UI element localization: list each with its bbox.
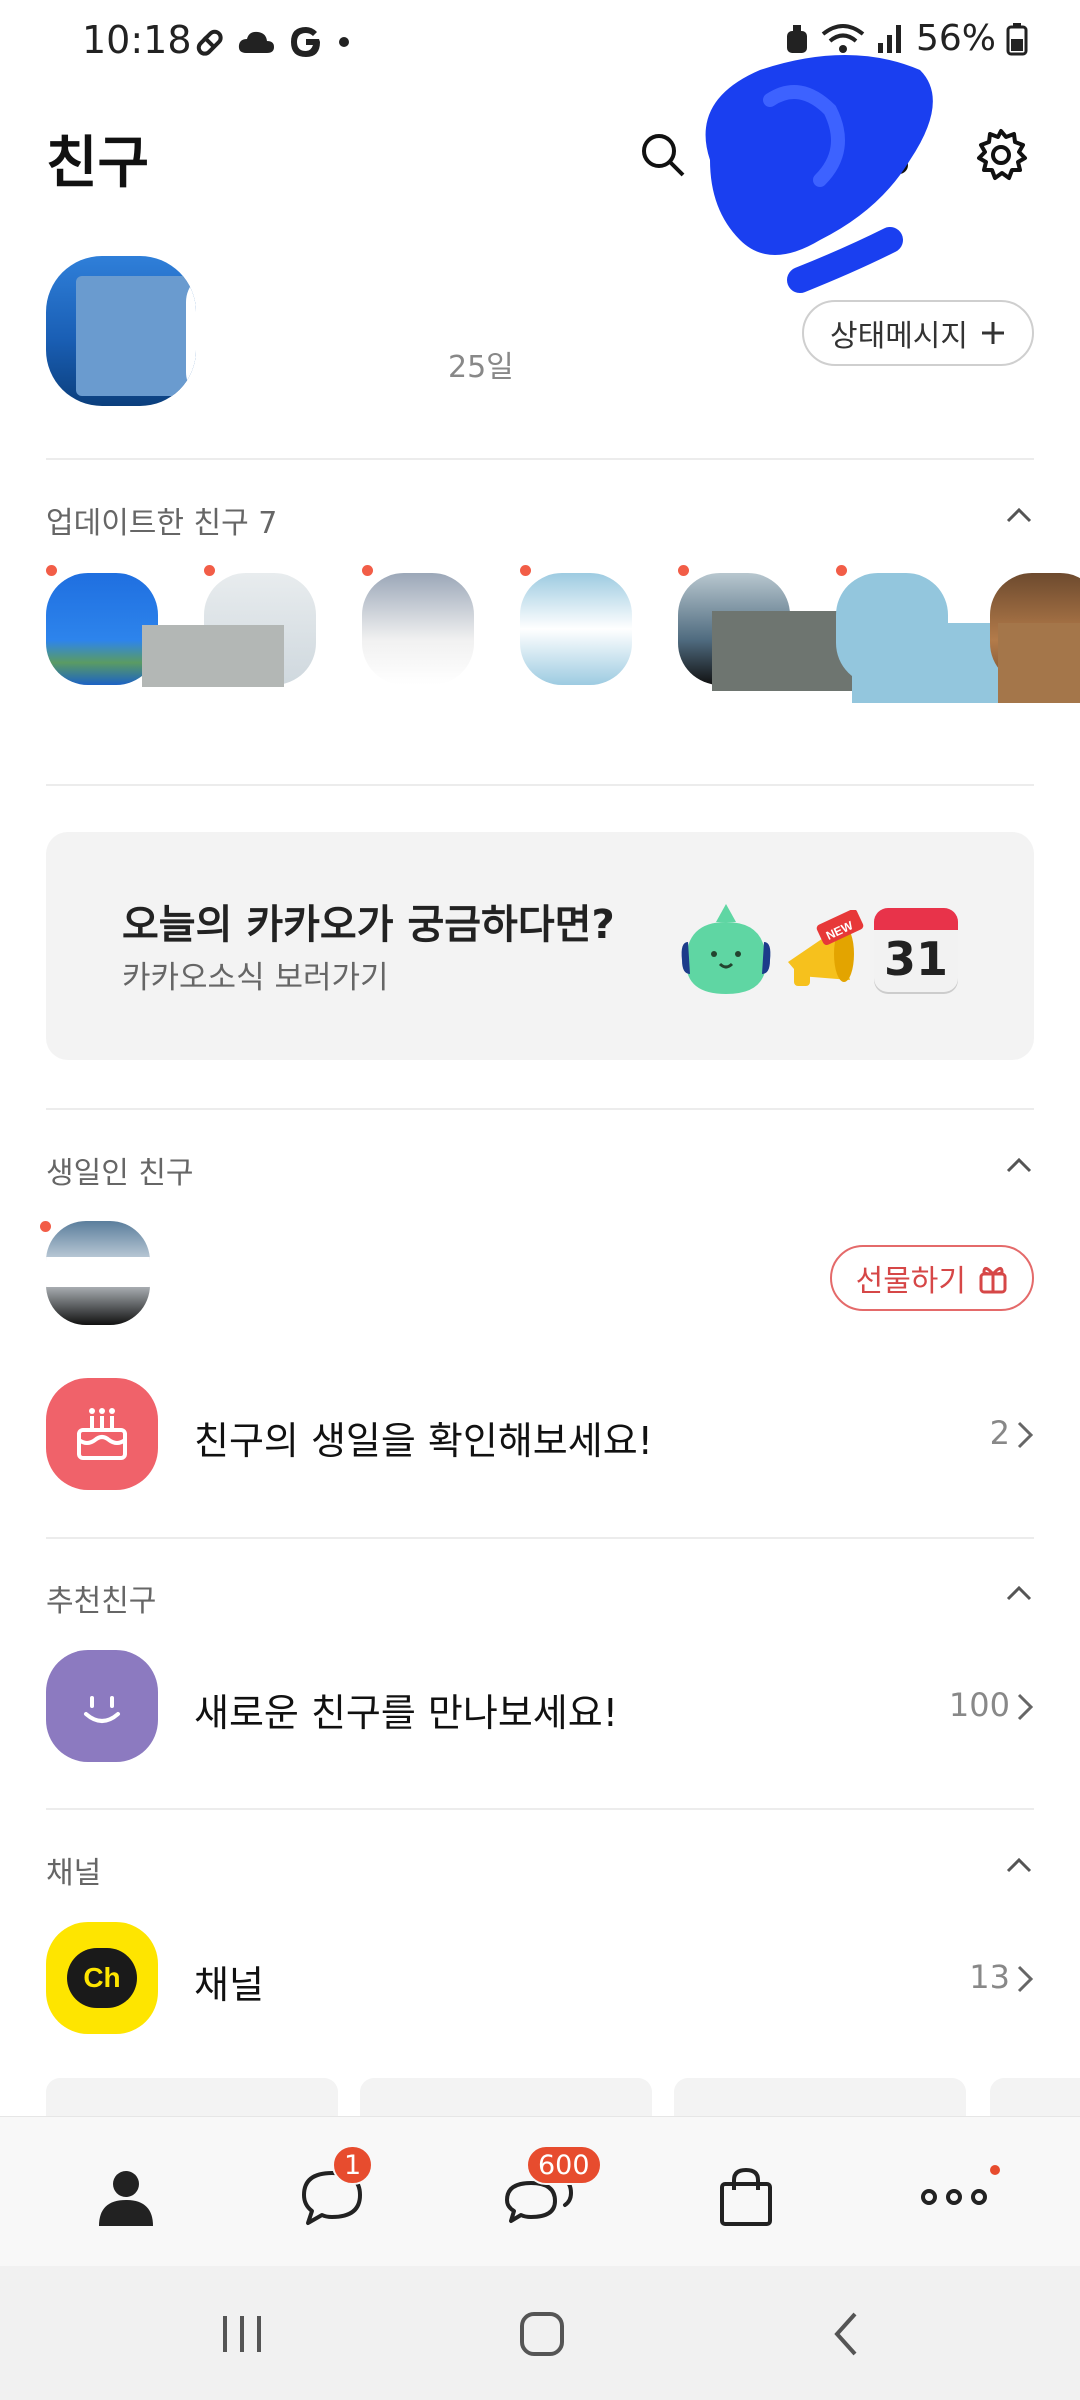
recommended-count: 100 — [948, 1686, 1010, 1724]
recent-apps-button[interactable] — [212, 2304, 272, 2364]
openchat-badge: 600 — [526, 2145, 602, 2185]
updated-friends-label: 업데이트한 친구 7 — [46, 506, 278, 541]
collapse-updated-icon[interactable] — [1004, 500, 1034, 530]
avatar-mask — [76, 276, 196, 396]
channel-label: 채널 — [194, 1963, 264, 2007]
calendar-day: 31 — [883, 932, 948, 986]
story-mask — [142, 625, 284, 687]
tab-shopping[interactable] — [706, 2157, 786, 2237]
megaphone-icon: NEW — [788, 910, 864, 986]
tab-chats[interactable]: 1 — [292, 2145, 374, 2237]
new-dot — [362, 565, 373, 576]
chevron-right-icon — [1017, 1421, 1034, 1449]
birthday-section-label: 생일인 친구 — [46, 1156, 194, 1191]
news-title: 오늘의 카카오가 궁금하다면? — [122, 902, 615, 948]
tab-more[interactable] — [914, 2157, 1000, 2237]
plus-icon — [982, 322, 1004, 344]
home-button[interactable] — [512, 2304, 572, 2364]
birthday-check-label: 친구의 생일을 확인해보세요! — [194, 1419, 653, 1463]
channel-card[interactable] — [360, 2078, 652, 2118]
avatar-mask — [46, 1257, 150, 1287]
recommended-row[interactable]: 새로운 친구를 만나보세요! 100 — [0, 1646, 1080, 1766]
cake-icon — [46, 1378, 158, 1490]
channel-row[interactable]: Ch 채널 13 — [0, 1918, 1080, 2038]
new-dot — [204, 565, 215, 576]
google-icon — [291, 27, 320, 57]
channel-logo-text: Ch — [83, 1962, 121, 1993]
new-dot — [40, 1221, 51, 1232]
new-dot — [836, 565, 847, 576]
recommended-label: 새로운 친구를 만나보세요! — [194, 1691, 618, 1735]
channel-section-label: 채널 — [46, 1856, 102, 1891]
status-time: 10:18 — [82, 18, 192, 62]
smile-icon — [46, 1650, 158, 1762]
channel-cards — [0, 2078, 1080, 2118]
gift-icon — [979, 1267, 1007, 1294]
divider — [46, 458, 1034, 460]
news-subtitle: 카카오소식 보러가기 — [122, 960, 389, 996]
gift-label: 선물하기 — [855, 1264, 966, 1299]
calendar-icon: 31 — [874, 908, 958, 992]
channel-card[interactable] — [46, 2078, 338, 2118]
divider — [46, 1108, 1034, 1110]
story-mask — [712, 611, 852, 691]
dot-icon — [339, 37, 349, 47]
story-avatar[interactable] — [362, 573, 474, 685]
kakao-news-banner[interactable]: 오늘의 카카오가 궁금하다면? 카카오소식 보러가기 NEW 31 — [46, 832, 1034, 1060]
pill-icon — [196, 29, 223, 56]
more-new-dot — [990, 2165, 1000, 2175]
recent-apps-icon — [223, 2316, 261, 2352]
mascot-icon — [681, 904, 771, 994]
story-avatar[interactable] — [520, 573, 632, 685]
collapse-birthday-icon[interactable] — [1004, 1150, 1034, 1180]
new-dot — [46, 565, 57, 576]
settings-button[interactable] — [968, 122, 1034, 188]
shopping-bag-icon — [720, 2167, 772, 2226]
more-icon — [921, 2189, 987, 2205]
page-title: 친구 — [46, 131, 150, 196]
divider — [46, 1537, 1034, 1539]
chevron-right-icon — [1017, 1693, 1034, 1721]
bottom-tab-bar: 1 600 — [0, 2116, 1080, 2266]
birthday-friend-row[interactable]: 선물하기 — [0, 1215, 1080, 1345]
chevron-right-icon — [1017, 1965, 1034, 1993]
status-notification-icons — [192, 22, 352, 62]
my-profile[interactable]: 25일 상태메시지 — [0, 250, 1080, 420]
channel-card[interactable] — [674, 2078, 966, 2118]
profile-avatar[interactable] — [46, 256, 196, 406]
cloud-icon — [238, 31, 274, 53]
recommended-section-label: 추천친구 — [46, 1584, 157, 1619]
system-nav-bar — [0, 2266, 1080, 2400]
chats-badge: 1 — [332, 2145, 374, 2185]
collapse-recommended-icon[interactable] — [1004, 1578, 1034, 1608]
back-button[interactable] — [816, 2304, 876, 2364]
updated-friends-list — [0, 565, 1080, 705]
channel-card[interactable] — [990, 2078, 1080, 2118]
profile-subtitle: 25일 — [448, 350, 514, 385]
birthday-friend-avatar[interactable] — [46, 1221, 150, 1325]
tab-friends[interactable] — [86, 2157, 166, 2237]
person-icon — [99, 2171, 153, 2226]
home-icon — [520, 2312, 564, 2356]
story-mask — [852, 623, 1000, 703]
avatar-mask-white — [186, 272, 196, 402]
tab-openchat[interactable]: 600 — [500, 2145, 602, 2237]
battery-icon — [1006, 22, 1028, 55]
kakao-channel-icon: Ch — [46, 1922, 158, 2034]
divider — [46, 784, 1034, 786]
divider — [46, 1808, 1034, 1810]
status-message-button[interactable]: 상태메시지 — [802, 300, 1034, 366]
header: 친구 — [0, 55, 1080, 293]
gear-icon — [977, 129, 1027, 180]
channel-count: 13 — [969, 1958, 1010, 1996]
gift-button[interactable]: 선물하기 — [829, 1245, 1034, 1311]
story-mask — [998, 623, 1080, 703]
new-dot — [678, 565, 689, 576]
back-icon — [834, 2312, 857, 2356]
new-dot — [520, 565, 531, 576]
birthday-check-row[interactable]: 친구의 생일을 확인해보세요! 2 — [0, 1374, 1080, 1494]
birthday-count: 2 — [989, 1414, 1010, 1452]
status-message-label: 상태메시지 — [830, 319, 968, 354]
collapse-channel-icon[interactable] — [1004, 1850, 1034, 1880]
